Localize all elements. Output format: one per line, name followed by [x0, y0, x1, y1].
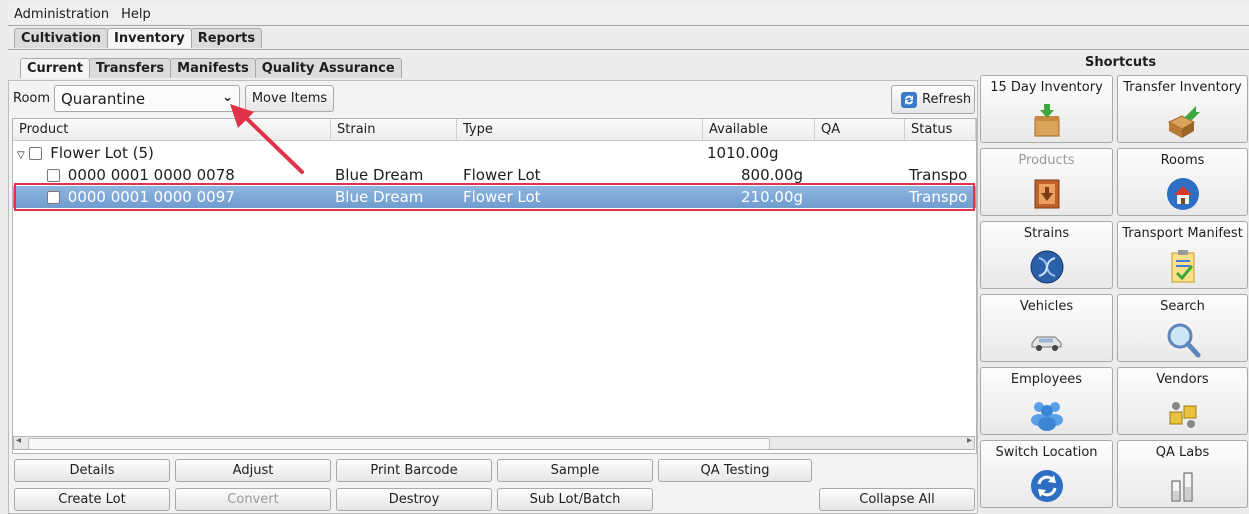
menu-bar: Administration Help	[8, 4, 1249, 24]
shortcut-strains[interactable]: Strains	[980, 221, 1113, 289]
transfer-box-icon	[1167, 106, 1200, 138]
rooms-house-icon	[1166, 178, 1199, 210]
shortcut-label: Rooms	[1160, 153, 1205, 168]
shortcut-employees[interactable]: Employees	[980, 367, 1113, 435]
tab-manifests[interactable]: Manifests	[170, 58, 256, 78]
tab-quality-assurance[interactable]: Quality Assurance	[254, 58, 402, 78]
shortcut-vehicles[interactable]: Vehicles	[980, 294, 1113, 362]
qa-testing-button[interactable]: QA Testing	[658, 459, 812, 482]
inventory-table: Product Strain Type Available QA Status …	[12, 118, 977, 454]
strains-dna-icon	[1030, 250, 1063, 284]
cell-available: 800.00g	[741, 166, 804, 184]
col-header-qa[interactable]: QA	[815, 119, 905, 141]
convert-button[interactable]: Convert	[175, 488, 331, 511]
menu-help[interactable]: Help	[115, 7, 157, 22]
cell-type: Flower Lot	[463, 166, 541, 184]
menu-administration[interactable]: Administration	[8, 7, 115, 22]
create-lot-button[interactable]: Create Lot	[14, 488, 170, 511]
selection-highlight	[14, 183, 975, 211]
shortcut-label: Search	[1160, 299, 1205, 314]
tab-reports[interactable]: Reports	[190, 28, 263, 48]
shortcut-label: Switch Location	[995, 445, 1098, 460]
col-header-available[interactable]: Available	[703, 119, 815, 141]
shortcut-label: Transport Manifest	[1122, 226, 1243, 241]
car-icon	[1031, 336, 1061, 351]
shortcut-15-day-inventory[interactable]: 15 Day Inventory	[980, 75, 1113, 143]
shortcut-label: Transfer Inventory	[1123, 80, 1242, 95]
shortcut-label: Products	[1018, 153, 1075, 168]
col-header-type[interactable]: Type	[457, 119, 703, 141]
print-barcode-button[interactable]: Print Barcode	[336, 459, 492, 482]
products-icon	[1034, 179, 1059, 209]
collapse-all-button[interactable]: Collapse All	[819, 488, 975, 511]
col-header-strain[interactable]: Strain	[331, 119, 457, 141]
sample-button[interactable]: Sample	[497, 459, 653, 482]
cell-strain: Blue Dream	[335, 166, 424, 184]
shortcut-products[interactable]: Products	[980, 148, 1113, 216]
shortcut-transport-manifest[interactable]: Transport Manifest	[1117, 221, 1248, 289]
details-button[interactable]: Details	[14, 459, 170, 482]
shortcut-transfer-inventory[interactable]: Transfer Inventory	[1117, 75, 1248, 143]
shortcut-rooms[interactable]: Rooms	[1117, 148, 1248, 216]
adjust-button[interactable]: Adjust	[175, 459, 331, 482]
scroll-right-icon[interactable]: ▸	[967, 435, 972, 446]
shortcut-vendors[interactable]: Vendors	[1117, 367, 1248, 435]
menu-divider	[8, 25, 1249, 26]
shortcut-switch-location[interactable]: Switch Location	[980, 440, 1113, 508]
tab-cultivation[interactable]: Cultivation	[14, 28, 109, 48]
shortcut-label: Employees	[1010, 372, 1083, 387]
shortcut-search[interactable]: Search	[1117, 294, 1248, 362]
shortcuts-title: Shortcuts	[1085, 55, 1157, 70]
people-icon	[1030, 402, 1063, 431]
tab-inventory[interactable]: Inventory	[107, 28, 192, 48]
horizontal-scrollbar[interactable]: ◂ ▸	[13, 435, 975, 450]
shortcut-label: Vehicles	[1019, 299, 1074, 314]
cell-available: 1010.00g	[707, 144, 779, 162]
room-label: Room	[13, 91, 51, 106]
row-checkbox[interactable]	[47, 169, 60, 182]
sub-lot-batch-button[interactable]: Sub Lot/Batch	[497, 488, 653, 511]
manifest-clipboard-icon	[1171, 250, 1194, 283]
expand-triangle-icon[interactable]: ▽	[17, 150, 25, 161]
tab-current[interactable]: Current	[20, 58, 90, 78]
cell-product: 0000 0001 0000 0078	[67, 166, 235, 184]
destroy-button[interactable]: Destroy	[336, 488, 492, 511]
cell-status: Transpo	[909, 166, 968, 184]
vendors-icon	[1169, 402, 1196, 428]
refresh-icon	[901, 91, 917, 108]
scrollbar-thumb[interactable]	[28, 438, 770, 450]
annotation-arrow-icon	[230, 104, 304, 174]
inventory-box-icon	[1034, 104, 1059, 137]
shortcut-label: Strains	[1023, 226, 1070, 241]
refresh-label: Refresh	[922, 92, 972, 107]
table-row-group[interactable]: ▽ Flower Lot (5) 1010.00g	[13, 142, 976, 164]
scroll-left-icon[interactable]: ◂	[16, 435, 21, 446]
refresh-button[interactable]: Refresh	[891, 85, 975, 114]
top-tab-line	[8, 49, 1249, 50]
col-header-status[interactable]: Status	[905, 119, 976, 141]
room-select-value: Quarantine	[61, 89, 146, 108]
magnifier-icon	[1167, 323, 1200, 358]
shortcut-label: 15 Day Inventory	[990, 80, 1103, 95]
top-tabs: Cultivation Inventory Reports	[14, 28, 263, 48]
cell-product: Flower Lot (5)	[50, 144, 154, 162]
switch-location-icon	[1030, 470, 1063, 502]
shortcut-label: Vendors	[1156, 372, 1209, 387]
room-select[interactable]: Quarantine ⌄	[54, 85, 240, 112]
tab-transfers[interactable]: Transfers	[88, 58, 172, 78]
shortcut-qa-labs[interactable]: QA Labs	[1117, 440, 1248, 508]
row-checkbox[interactable]	[29, 147, 43, 160]
qa-labs-icon	[1171, 472, 1192, 502]
sub-tabs: Current Transfers Manifests Quality Assu…	[20, 58, 402, 78]
shortcut-label: QA Labs	[1155, 445, 1210, 460]
